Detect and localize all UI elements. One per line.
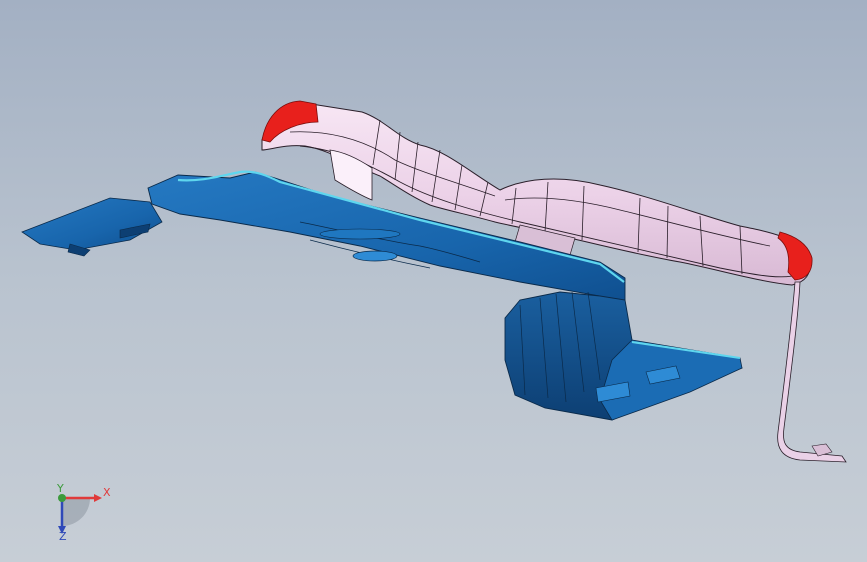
triad-z-label: Z [59, 530, 67, 543]
orientation-triad[interactable]: X Y Z [40, 480, 120, 550]
triad-y-label: Y [57, 482, 64, 495]
triad-x-label: X [103, 486, 111, 499]
lower-part-left-flange[interactable] [21, 197, 163, 251]
3d-model-view[interactable] [0, 0, 867, 562]
upper-part-bracket-leg[interactable] [777, 281, 847, 463]
cad-viewport[interactable]: X Y Z [0, 0, 867, 562]
